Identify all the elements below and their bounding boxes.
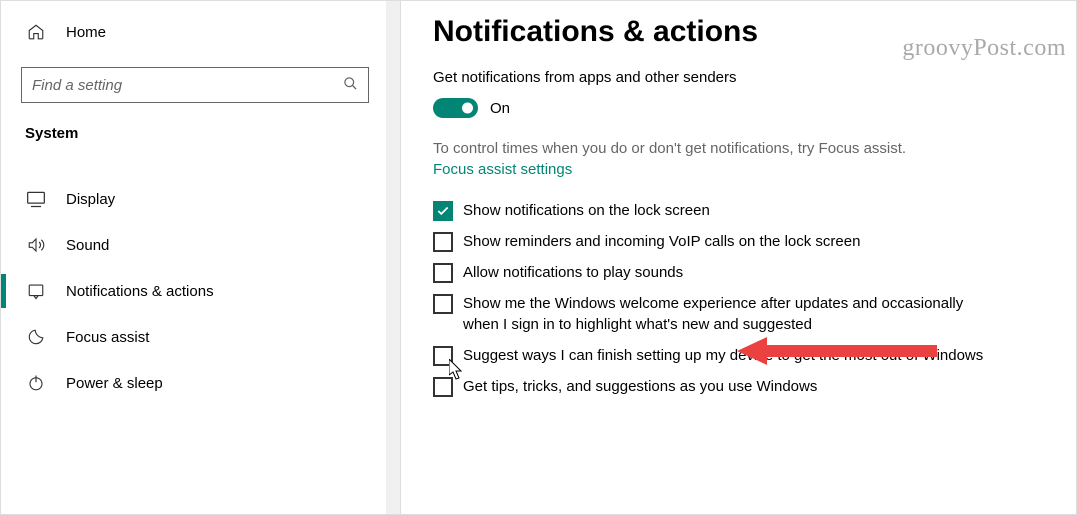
checkbox-show-lock-screen[interactable] [433, 201, 453, 221]
notifications-icon [25, 280, 47, 302]
sound-icon [25, 234, 47, 256]
checkbox-label: Get tips, tricks, and suggestions as you… [463, 376, 817, 397]
checkbox-tips-tricks[interactable] [433, 377, 453, 397]
home-icon [25, 21, 47, 43]
notifications-toggle-label: Get notifications from apps and other se… [433, 69, 1046, 86]
sidebar-item-sound[interactable]: Sound [21, 222, 380, 268]
sidebar-item-label: Home [66, 24, 106, 41]
sidebar-scrollbar[interactable] [386, 1, 400, 514]
search-input[interactable] [21, 67, 369, 103]
sidebar-item-label: Sound [66, 237, 109, 254]
sidebar-item-power-sleep[interactable]: Power & sleep [21, 360, 380, 406]
checkbox-label: Show reminders and incoming VoIP calls o… [463, 231, 860, 252]
checkbox-label: Allow notifications to play sounds [463, 262, 683, 283]
sidebar: Home System Display Sound Not [1, 1, 401, 514]
sidebar-item-label: Power & sleep [66, 375, 163, 392]
checkbox-show-reminders[interactable] [433, 232, 453, 252]
sidebar-item-display[interactable]: Display [21, 176, 380, 222]
sidebar-item-focus-assist[interactable]: Focus assist [21, 314, 380, 360]
sidebar-item-notifications[interactable]: Notifications & actions [21, 268, 380, 314]
notifications-toggle[interactable] [433, 98, 478, 118]
focus-assist-help-text: To control times when you do or don't ge… [433, 138, 1046, 159]
checkbox-welcome-experience[interactable] [433, 294, 453, 314]
search-input-field[interactable] [32, 77, 343, 94]
checkbox-finish-setup[interactable] [433, 346, 453, 366]
sidebar-item-label: Display [66, 191, 115, 208]
search-icon [343, 76, 358, 95]
checkbox-play-sounds[interactable] [433, 263, 453, 283]
toggle-state-label: On [490, 100, 510, 117]
sidebar-item-label: Focus assist [66, 329, 149, 346]
focus-assist-link[interactable]: Focus assist settings [433, 161, 1046, 178]
content-panel: Notifications & actions Get notification… [401, 1, 1076, 514]
focus-assist-icon [25, 326, 47, 348]
section-header-system: System [25, 125, 380, 142]
checkbox-label: Show notifications on the lock screen [463, 200, 710, 221]
sidebar-item-label: Notifications & actions [66, 283, 214, 300]
watermark: groovyPost.com [902, 35, 1066, 62]
power-icon [25, 372, 47, 394]
display-icon [25, 188, 47, 210]
checkbox-label: Suggest ways I can finish setting up my … [463, 345, 983, 366]
checkbox-label: Show me the Windows welcome experience a… [463, 293, 993, 335]
sidebar-item-home[interactable]: Home [21, 9, 380, 55]
